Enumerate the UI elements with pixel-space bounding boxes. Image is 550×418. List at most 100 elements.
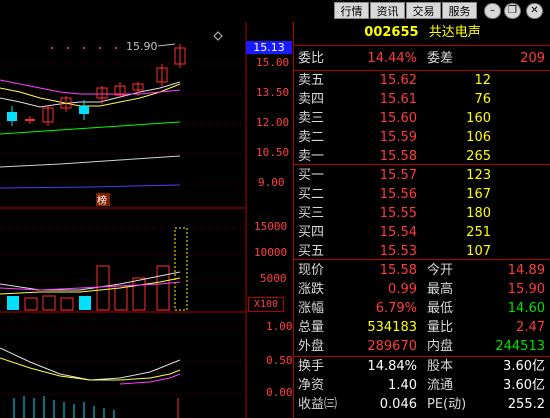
weicha-value: 209	[520, 51, 545, 66]
candles	[7, 44, 186, 126]
bid-volume: 167	[466, 187, 491, 202]
stats-row: 外盘 289670 内盘 244513	[294, 338, 550, 356]
bid-price: 15.54	[379, 225, 417, 240]
ask-label: 卖三	[298, 111, 325, 126]
stat-label: 涨跌	[298, 282, 325, 297]
extra-row: 收益㈢ 0.046 PE(动) 255.2	[294, 396, 550, 414]
volume-ma-yellow	[0, 277, 181, 295]
marker-dots	[51, 47, 117, 49]
market-button[interactable]: 行情	[334, 2, 369, 19]
stock-name: 共达电声	[428, 25, 481, 40]
ma-white-long-line	[0, 155, 181, 168]
indicator-white-line	[0, 347, 181, 381]
ask-price: 15.59	[379, 130, 417, 145]
ask-row[interactable]: 卖五 15.62 12	[294, 72, 550, 90]
stat-label: PE(动)	[427, 397, 467, 412]
bid-label: 买五	[298, 244, 325, 259]
stat-label: 净资	[298, 378, 325, 393]
ask-label: 卖四	[298, 92, 325, 107]
event-label: 榜	[97, 196, 107, 207]
stat-value: 14.60	[507, 301, 545, 316]
ask-label: 卖二	[298, 130, 325, 145]
ma-green-line	[0, 121, 181, 135]
restore-icon[interactable]: ❐	[504, 3, 521, 19]
stats-row: 总量 534183 量比 2.47	[294, 319, 550, 337]
weicha-label: 委差	[427, 51, 454, 66]
indicator-axis-label: 1.00	[266, 320, 293, 333]
bid-label: 买二	[298, 187, 325, 202]
diamond-icon	[213, 31, 223, 41]
bid-row[interactable]: 买二 15.56 167	[294, 186, 550, 204]
bid-row[interactable]: 买五 15.53 107	[294, 243, 550, 261]
stat-value: 244513	[495, 339, 545, 354]
stat-value: 0.99	[388, 282, 417, 297]
stat-label: 今开	[427, 263, 454, 278]
stat-label: 股本	[427, 359, 454, 374]
trade-button[interactable]: 交易	[406, 2, 441, 19]
extra-row: 换手 14.84% 股本 3.60亿	[294, 358, 550, 376]
current-price-tag: 15.13	[246, 41, 292, 54]
stock-code: 002655	[364, 25, 419, 40]
volume-unit-label: X100	[248, 297, 284, 312]
high-marker-arrow	[157, 43, 176, 47]
ma-magenta-line	[0, 79, 181, 95]
stat-value: 3.60亿	[503, 378, 545, 393]
ma-blue-line	[0, 184, 181, 189]
stat-value: 14.84%	[367, 359, 417, 374]
bid-label: 买一	[298, 168, 325, 183]
stat-label: 现价	[298, 263, 325, 278]
stat-value: 0.046	[379, 397, 417, 412]
close-icon[interactable]: ✕	[526, 3, 543, 19]
price-axis-label: 9.00	[258, 176, 285, 189]
stats-row: 涨跌 0.99 最高 15.90	[294, 281, 550, 299]
bid-volume: 107	[466, 244, 491, 259]
ask-row[interactable]: 卖二 15.59 106	[294, 129, 550, 147]
bid-row[interactable]: 买四 15.54 251	[294, 224, 550, 242]
stat-value: 6.79%	[375, 301, 417, 316]
stat-value: 289670	[367, 339, 417, 354]
minimize-icon[interactable]: –	[484, 3, 501, 19]
ask-volume: 265	[466, 149, 491, 164]
service-button[interactable]: 服务	[442, 2, 477, 19]
indicator-axis-label: 0.00	[266, 386, 293, 399]
price-axis-label: 12.00	[256, 116, 290, 129]
extra-row: 净资 1.40 流通 3.60亿	[294, 377, 550, 395]
stat-value: 15.90	[507, 282, 545, 297]
stat-value: 14.89	[507, 263, 545, 278]
bid-price: 15.56	[379, 187, 417, 202]
ask-volume: 106	[466, 130, 491, 145]
stat-value: 2.47	[516, 320, 545, 335]
bid-volume: 123	[466, 168, 491, 183]
stat-label: 涨幅	[298, 301, 325, 316]
ask-row[interactable]: 卖三 15.60 160	[294, 110, 550, 128]
ask-price: 15.62	[379, 73, 417, 88]
volume-axis-label: 10000	[254, 246, 288, 259]
bid-row[interactable]: 买一 15.57 123	[294, 167, 550, 185]
stat-label: 总量	[298, 320, 325, 335]
stat-label: 最高	[427, 282, 454, 297]
ask-row[interactable]: 卖四 15.61 76	[294, 91, 550, 109]
kline-chart-area[interactable]: 15.90 15.13 15.00 13.50 12.00 10.50 9.00…	[0, 22, 293, 418]
stat-value: 3.60亿	[503, 359, 545, 374]
news-button[interactable]: 资讯	[370, 2, 405, 19]
price-axis-label: 15.00	[256, 56, 290, 69]
kline-chart-svg[interactable]	[0, 22, 292, 418]
stat-label: 量比	[427, 320, 454, 335]
stock-header: 002655 共达电声	[294, 24, 550, 42]
bid-label: 买四	[298, 225, 325, 240]
bid-label: 买三	[298, 206, 325, 221]
indicator-axis-label: 0.50	[266, 354, 293, 367]
bid-price: 15.57	[379, 168, 417, 183]
ask-price: 15.58	[379, 149, 417, 164]
ask-price: 15.60	[379, 111, 417, 126]
weibi-value: 14.44%	[367, 51, 417, 66]
stat-label: 收益㈢	[298, 397, 338, 412]
ask-row[interactable]: 卖一 15.58 265	[294, 148, 550, 166]
price-axis-label: 10.50	[256, 146, 290, 159]
stats-row: 涨幅 6.79% 最低 14.60	[294, 300, 550, 318]
bid-price: 15.53	[379, 244, 417, 259]
stat-label: 换手	[298, 359, 325, 374]
stat-label: 内盘	[427, 339, 454, 354]
bid-row[interactable]: 买三 15.55 180	[294, 205, 550, 223]
bid-price: 15.55	[379, 206, 417, 221]
